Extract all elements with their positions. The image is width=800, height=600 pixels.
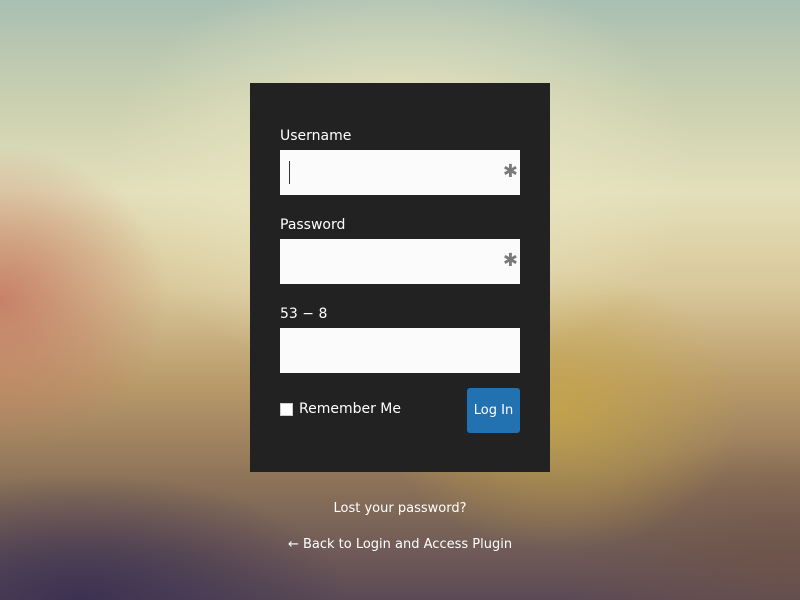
required-asterisk-icon: ✱	[502, 250, 518, 271]
username-field[interactable]: ✱	[280, 150, 520, 195]
captcha-question-label: 53 − 8	[280, 306, 328, 322]
required-asterisk-icon: ✱	[502, 161, 518, 182]
back-to-site-link[interactable]: ← Back to Login and Access Plugin	[0, 537, 800, 552]
captcha-answer-field[interactable]	[280, 328, 520, 373]
remember-me-checkbox[interactable]	[280, 402, 293, 416]
text-caret	[289, 161, 290, 184]
password-label: Password	[280, 217, 346, 233]
remember-me-row[interactable]: Remember Me	[280, 401, 401, 417]
log-in-button[interactable]: Log In	[467, 388, 520, 433]
remember-me-label[interactable]: Remember Me	[299, 401, 401, 417]
lost-password-link[interactable]: Lost your password?	[0, 501, 800, 516]
login-form-panel: Username ✱ Password ✱ 53 − 8 Remember Me…	[250, 83, 550, 472]
username-label: Username	[280, 128, 352, 144]
password-field[interactable]: ✱	[280, 239, 520, 284]
